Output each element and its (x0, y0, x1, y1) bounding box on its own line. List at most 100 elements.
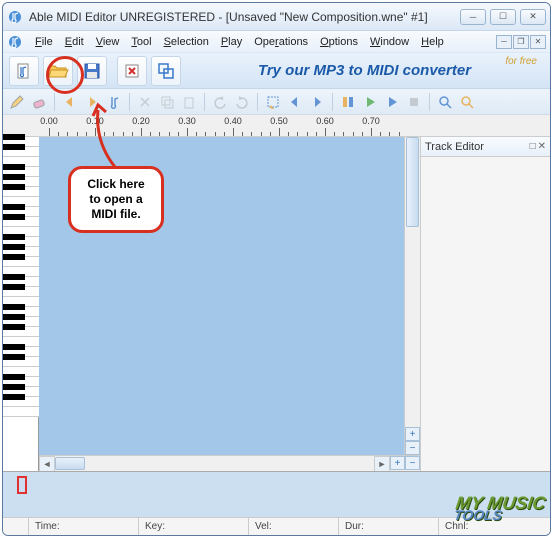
watermark-logo: MY MUSIC TOOLS (454, 496, 547, 522)
banner-link[interactable]: Try our MP3 to MIDI converter (185, 62, 544, 79)
piano-black-key[interactable] (3, 274, 25, 280)
window-controls: ─ ☐ ✕ (460, 9, 546, 25)
mdi-controls: ─ ❐ ✕ (496, 35, 546, 49)
piano-black-key[interactable] (3, 314, 25, 320)
minimize-button[interactable]: ─ (460, 9, 486, 25)
pencil-tool-button[interactable] (7, 92, 27, 112)
piano-black-key[interactable] (3, 204, 25, 210)
piano-black-key[interactable] (3, 164, 25, 170)
stop-button[interactable] (404, 92, 424, 112)
piano-black-key[interactable] (3, 134, 25, 140)
tutorial-callout: Click here to open a MIDI file. (68, 166, 164, 233)
zoom-fit-button[interactable] (457, 92, 477, 112)
tools-toolbar (3, 89, 550, 115)
menubar: File Edit View Tool Selection Play Opera… (3, 31, 550, 53)
pin-icon[interactable]: □ (530, 141, 536, 152)
piano-black-key[interactable] (3, 284, 25, 290)
piano-black-key[interactable] (3, 354, 25, 360)
piano-black-key[interactable] (3, 234, 25, 240)
piano-white-key[interactable] (3, 407, 39, 417)
ruler-tick-label: 0.70 (362, 116, 380, 126)
titlebar: Able MIDI Editor UNREGISTERED - [Unsaved… (3, 3, 550, 31)
piano-black-key[interactable] (3, 214, 25, 220)
ruler-tick-label: 0.30 (178, 116, 196, 126)
piano-black-key[interactable] (3, 344, 25, 350)
open-folder-icon (47, 60, 69, 82)
close-panel-button[interactable]: ✕ (538, 141, 546, 152)
mdi-restore-button[interactable]: ❐ (513, 35, 529, 49)
menu-help[interactable]: Help (415, 34, 450, 50)
select-next-button[interactable] (307, 92, 327, 112)
mdi-minimize-button[interactable]: ─ (496, 35, 512, 49)
open-file-button[interactable] (43, 56, 73, 86)
app-icon (7, 9, 23, 25)
menu-tool[interactable]: Tool (125, 34, 157, 50)
undo-button[interactable] (210, 92, 230, 112)
cascade-windows-button[interactable] (151, 56, 181, 86)
eraser-tool-button[interactable] (29, 92, 49, 112)
track-panel-title: Track Editor (425, 141, 484, 153)
menu-window[interactable]: Window (364, 34, 415, 50)
save-button[interactable] (77, 56, 107, 86)
main-toolbar: Try our MP3 to MIDI converter (3, 53, 550, 89)
vzoom-in-button[interactable]: + (405, 427, 420, 441)
menu-file[interactable]: File (29, 34, 59, 50)
status-dur: Dur: (339, 518, 439, 535)
play-selection-button[interactable] (382, 92, 402, 112)
position-marker[interactable] (17, 476, 27, 494)
hscroll-left-button[interactable]: ◄ (39, 456, 55, 472)
ruler-tick-label: 0.00 (40, 116, 58, 126)
hzoom-out-button[interactable]: − (405, 456, 420, 470)
separator (204, 93, 205, 111)
horizontal-scrollbar[interactable]: ◄ ► + − (39, 455, 420, 471)
callout-line: Click here (77, 177, 155, 192)
separator (257, 93, 258, 111)
piano-black-key[interactable] (3, 374, 25, 380)
select-prev-button[interactable] (285, 92, 305, 112)
track-list[interactable] (421, 157, 550, 471)
copy-button[interactable] (157, 92, 177, 112)
piano-black-key[interactable] (3, 254, 25, 260)
delete-button[interactable] (117, 56, 147, 86)
hscroll-right-button[interactable]: ► (374, 456, 390, 472)
piano-black-key[interactable] (3, 144, 25, 150)
zoom-button[interactable] (435, 92, 455, 112)
redo-button[interactable] (232, 92, 252, 112)
close-button[interactable]: ✕ (520, 9, 546, 25)
hzoom-in-button[interactable]: + (390, 456, 405, 470)
piano-black-key[interactable] (3, 384, 25, 390)
piano-keyboard[interactable] (3, 137, 39, 471)
maximize-button[interactable]: ☐ (490, 9, 516, 25)
piano-black-key[interactable] (3, 174, 25, 180)
menu-selection[interactable]: Selection (158, 34, 215, 50)
mdi-close-button[interactable]: ✕ (530, 35, 546, 49)
separator (332, 93, 333, 111)
piano-black-key[interactable] (3, 304, 25, 310)
menu-edit[interactable]: Edit (59, 34, 90, 50)
hscroll-thumb[interactable] (55, 457, 85, 470)
piano-black-key[interactable] (3, 244, 25, 250)
vertical-scroll-thumb[interactable] (406, 137, 419, 227)
menu-operations[interactable]: Operations (248, 34, 314, 50)
window-title: Able MIDI Editor UNREGISTERED - [Unsaved… (29, 10, 460, 24)
ruler-tick-label: 0.40 (224, 116, 242, 126)
hscroll-track[interactable] (55, 456, 374, 471)
piano-black-key[interactable] (3, 324, 25, 330)
new-file-button[interactable] (9, 56, 39, 86)
snap-button[interactable] (338, 92, 358, 112)
vertical-scrollbar[interactable]: + − (404, 137, 420, 455)
play-button[interactable] (360, 92, 380, 112)
ruler-tick-label: 0.60 (316, 116, 334, 126)
paste-button[interactable] (179, 92, 199, 112)
status-vel: Vel: (249, 518, 339, 535)
vzoom-out-button[interactable]: − (405, 441, 420, 455)
callout-line: MIDI file. (77, 207, 155, 222)
piano-black-key[interactable] (3, 184, 25, 190)
select-tool-button[interactable] (263, 92, 283, 112)
piano-black-key[interactable] (3, 394, 25, 400)
banner-subtext: for free (505, 56, 537, 67)
prev-note-button[interactable] (60, 92, 80, 112)
menu-view[interactable]: View (90, 34, 126, 50)
menu-play[interactable]: Play (215, 34, 248, 50)
menu-options[interactable]: Options (314, 34, 364, 50)
